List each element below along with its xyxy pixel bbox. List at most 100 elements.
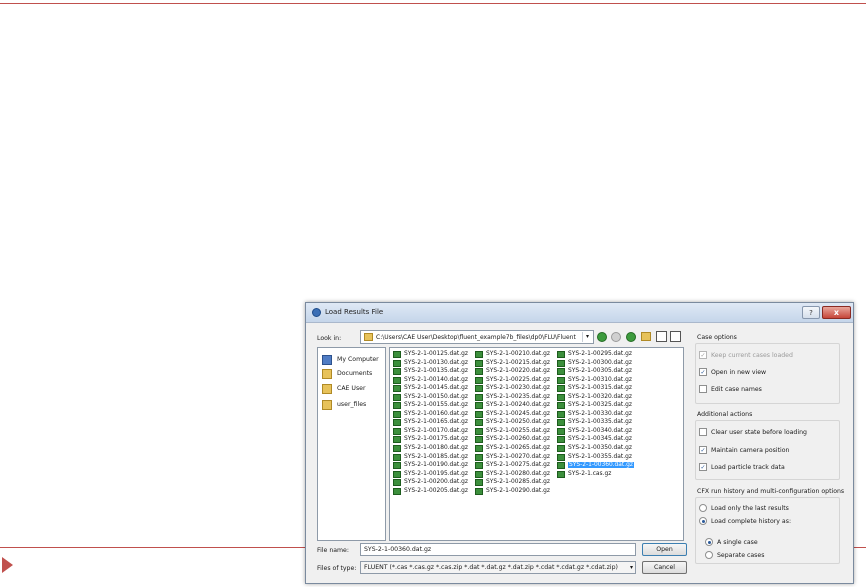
file-item[interactable]: SYS-2-1-00210.dat.gz [474, 350, 564, 359]
cancel-button[interactable]: Cancel [642, 561, 687, 574]
file-item[interactable]: SYS-2-1-00360.dat.gz [556, 461, 646, 470]
file-item[interactable]: SYS-2-1-00295.dat.gz [556, 350, 646, 359]
file-item[interactable]: SYS-2-1-00340.dat.gz [556, 427, 646, 436]
file-item[interactable]: SYS-2-1-00270.dat.gz [474, 453, 564, 462]
file-name: SYS-2-1-00255.dat.gz [486, 427, 550, 434]
file-icon [557, 410, 565, 418]
file-item[interactable]: SYS-2-1-00170.dat.gz [392, 427, 482, 436]
top-divider [0, 3, 866, 4]
chevron-down-icon[interactable]: ▾ [630, 564, 633, 571]
close-button[interactable]: x [822, 306, 851, 319]
file-item[interactable]: SYS-2-1-00175.dat.gz [392, 435, 482, 444]
file-item[interactable]: SYS-2-1-00320.dat.gz [556, 393, 646, 402]
file-item[interactable]: SYS-2-1-00305.dat.gz [556, 367, 646, 376]
file-icon [393, 385, 401, 393]
forward-icon[interactable] [611, 332, 621, 342]
file-icon [393, 462, 401, 470]
radio-icon [699, 517, 707, 525]
file-item[interactable]: SYS-2-1-00165.dat.gz [392, 418, 482, 427]
file-item[interactable]: SYS-2-1-00325.dat.gz [556, 401, 646, 410]
file-item[interactable]: SYS-2-1-00190.dat.gz [392, 461, 482, 470]
places-sidebar: My Computer Documents CAE User user_file… [317, 347, 386, 541]
file-icon [557, 436, 565, 444]
file-item[interactable]: SYS-2-1-00225.dat.gz [474, 376, 564, 385]
file-name: SYS-2-1-00220.dat.gz [486, 368, 550, 375]
file-name: SYS-2-1-00350.dat.gz [568, 445, 632, 452]
file-item[interactable]: SYS-2-1-00250.dat.gz [474, 418, 564, 427]
folder-icon [364, 333, 373, 341]
file-name: SYS-2-1-00185.dat.gz [404, 453, 468, 460]
file-item[interactable]: SYS-2-1-00215.dat.gz [474, 359, 564, 368]
back-icon[interactable] [597, 332, 607, 342]
file-item[interactable]: SYS-2-1-00160.dat.gz [392, 410, 482, 419]
file-icon [557, 427, 565, 435]
parent-folder-icon[interactable] [626, 332, 636, 342]
file-item[interactable]: SYS-2-1-00240.dat.gz [474, 401, 564, 410]
file-item[interactable]: SYS-2-1-00205.dat.gz [392, 487, 482, 496]
file-item[interactable]: SYS-2-1-00280.dat.gz [474, 470, 564, 479]
file-item[interactable]: SYS-2-1-00200.dat.gz [392, 478, 482, 487]
file-item[interactable]: SYS-2-1-00155.dat.gz [392, 401, 482, 410]
file-name: SYS-2-1-00250.dat.gz [486, 419, 550, 426]
file-item[interactable]: SYS-2-1-00345.dat.gz [556, 435, 646, 444]
chevron-down-icon[interactable]: ▾ [582, 332, 592, 342]
open-button[interactable]: Open [642, 543, 687, 556]
new-folder-icon[interactable] [641, 332, 651, 341]
file-item[interactable]: SYS-2-1-00265.dat.gz [474, 444, 564, 453]
file-item[interactable]: SYS-2-1.cas.gz [556, 470, 646, 479]
file-item[interactable]: SYS-2-1-00130.dat.gz [392, 359, 482, 368]
file-name: SYS-2-1-00300.dat.gz [568, 359, 632, 366]
file-item[interactable]: SYS-2-1-00245.dat.gz [474, 410, 564, 419]
file-item[interactable]: SYS-2-1-00310.dat.gz [556, 376, 646, 385]
file-item[interactable]: SYS-2-1-00230.dat.gz [474, 384, 564, 393]
file-icon [393, 487, 401, 495]
file-item[interactable]: SYS-2-1-00220.dat.gz [474, 367, 564, 376]
file-name: SYS-2-1-00285.dat.gz [486, 479, 550, 486]
file-name: SYS-2-1-00145.dat.gz [404, 385, 468, 392]
file-item[interactable]: SYS-2-1-00350.dat.gz [556, 444, 646, 453]
list-view-icon[interactable] [656, 331, 667, 342]
file-item[interactable]: SYS-2-1-00330.dat.gz [556, 410, 646, 419]
additional-actions-title: Additional actions [697, 411, 753, 418]
file-item[interactable]: SYS-2-1-00150.dat.gz [392, 393, 482, 402]
file-item[interactable]: SYS-2-1-00255.dat.gz [474, 427, 564, 436]
detail-view-icon[interactable] [670, 331, 681, 342]
file-name: SYS-2-1-00135.dat.gz [404, 368, 468, 375]
look-in-combobox[interactable]: C:\Users\CAE User\Desktop\fluent_example… [360, 330, 594, 344]
file-item[interactable]: SYS-2-1-00235.dat.gz [474, 393, 564, 402]
file-icon [475, 453, 483, 461]
file-item[interactable]: SYS-2-1-00140.dat.gz [392, 376, 482, 385]
file-name: SYS-2-1-00175.dat.gz [404, 436, 468, 443]
file-name: SYS-2-1-00265.dat.gz [486, 445, 550, 452]
file-icon [475, 427, 483, 435]
file-name: SYS-2-1-00160.dat.gz [404, 410, 468, 417]
title-bar[interactable]: Load Results File ? x [306, 303, 853, 323]
file-name: SYS-2-1-00230.dat.gz [486, 385, 550, 392]
file-name: SYS-2-1-00245.dat.gz [486, 410, 550, 417]
file-item[interactable]: SYS-2-1-00185.dat.gz [392, 453, 482, 462]
file-name: SYS-2-1-00295.dat.gz [568, 351, 632, 357]
file-icon [475, 376, 483, 384]
help-button[interactable]: ? [802, 306, 820, 319]
file-item[interactable]: SYS-2-1-00135.dat.gz [392, 367, 482, 376]
file-icon [475, 351, 483, 358]
file-item[interactable]: SYS-2-1-00285.dat.gz [474, 478, 564, 487]
file-list[interactable]: SYS-2-1-00125.dat.gz SYS-2-1-00130.dat.gz… [389, 347, 684, 541]
file-item[interactable]: SYS-2-1-00180.dat.gz [392, 444, 482, 453]
file-item[interactable]: SYS-2-1-00335.dat.gz [556, 418, 646, 427]
file-item[interactable]: SYS-2-1-00275.dat.gz [474, 461, 564, 470]
file-item[interactable]: SYS-2-1-00260.dat.gz [474, 435, 564, 444]
file-item[interactable]: SYS-2-1-00195.dat.gz [392, 470, 482, 479]
file-name-input[interactable]: SYS-2-1-00360.dat.gz [360, 543, 636, 556]
file-item[interactable]: SYS-2-1-00145.dat.gz [392, 384, 482, 393]
file-item[interactable]: SYS-2-1-00315.dat.gz [556, 384, 646, 393]
file-item[interactable]: SYS-2-1-00125.dat.gz [392, 350, 482, 359]
file-item[interactable]: SYS-2-1-00300.dat.gz [556, 359, 646, 368]
file-icon [557, 445, 565, 453]
folder-icon [322, 400, 332, 410]
file-item[interactable]: SYS-2-1-00355.dat.gz [556, 453, 646, 462]
file-item[interactable]: SYS-2-1-00290.dat.gz [474, 487, 564, 496]
file-type-select[interactable]: FLUENT (*.cas *.cas.gz *.cas.zip *.dat *… [360, 561, 636, 574]
file-name: SYS-2-1-00320.dat.gz [568, 393, 632, 400]
folder-icon [322, 369, 332, 379]
